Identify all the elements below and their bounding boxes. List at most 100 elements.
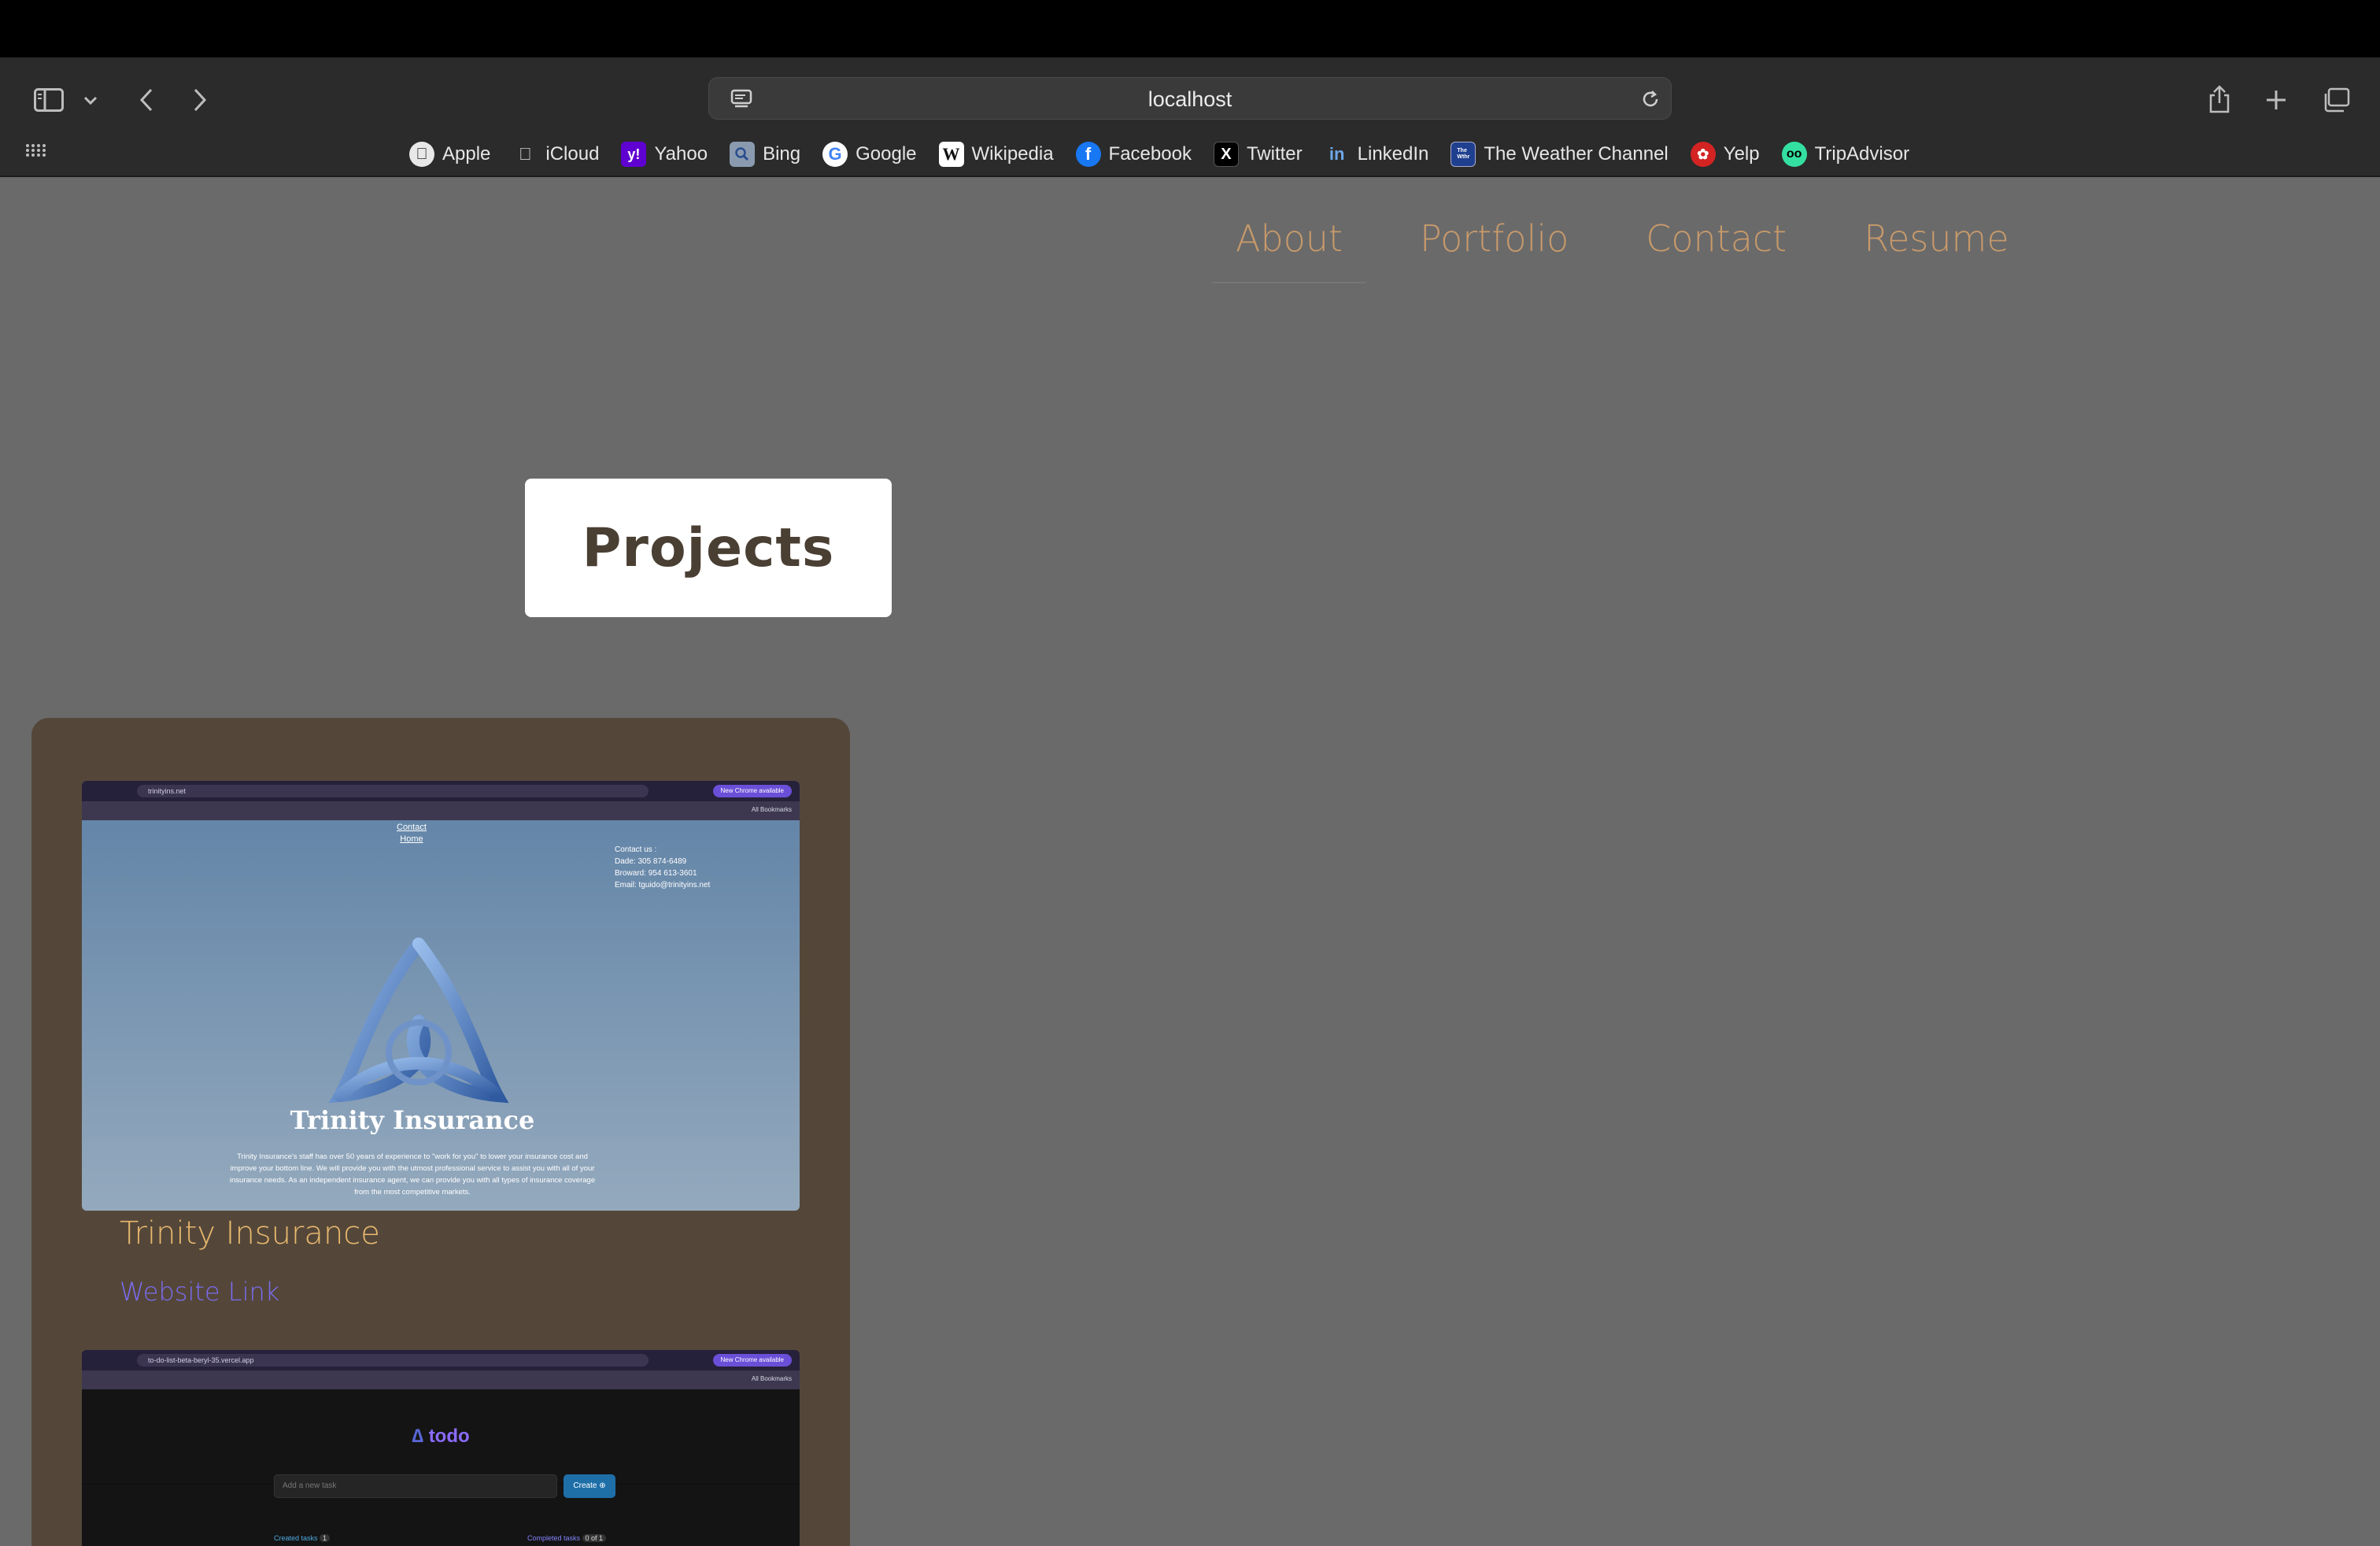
todo-logo-text: todo xyxy=(428,1426,470,1447)
mini-contact-link: Contact xyxy=(397,823,427,832)
chevron-left-icon xyxy=(139,88,153,112)
nav-resume-link[interactable]: Resume xyxy=(1840,211,2032,283)
bookmark-yahoo[interactable]: y! Yahoo xyxy=(621,142,708,167)
projects-card: trinityins.net New Chrome available All … xyxy=(31,718,850,1546)
forward-button[interactable] xyxy=(186,84,214,116)
bookmark-bing[interactable]: Bing xyxy=(730,142,800,167)
mini-contact-info: Contact us : Dade: 305 874-6489 Broward:… xyxy=(615,844,710,891)
mini-nav-links: Contact Home xyxy=(397,822,427,845)
todo-logo: ∆ todo xyxy=(82,1426,800,1448)
bookmark-label: Bing xyxy=(763,143,801,165)
mini-update-button: New Chrome available xyxy=(712,1354,792,1367)
bookmark-label: Twitter xyxy=(1246,143,1303,165)
bookmark-google[interactable]: G Google xyxy=(822,142,917,167)
triquetra-logo xyxy=(324,934,513,1111)
nav-about-link[interactable]: About xyxy=(1212,211,1367,283)
mini-url-bar: to-do-list-beta-beryl-35.vercel.app xyxy=(137,1354,649,1367)
address-bar[interactable]: localhost xyxy=(708,77,1672,120)
bookmark-weather-channel[interactable]: The Wthr The Weather Channel xyxy=(1451,142,1669,167)
contact-line: Dade: 305 874-6489 xyxy=(615,857,687,866)
google-icon: G xyxy=(822,142,848,167)
wikipedia-icon: W xyxy=(938,142,964,167)
contact-line: Contact us : xyxy=(615,845,657,854)
sidebar-toggle-button[interactable] xyxy=(30,84,68,116)
todo-completed-label: Completed tasks xyxy=(527,1534,581,1542)
nav-portfolio-link[interactable]: Portfolio xyxy=(1396,211,1592,283)
x-icon: X xyxy=(1213,142,1239,167)
rocket-icon: ∆ xyxy=(412,1426,424,1447)
yahoo-icon: y! xyxy=(621,142,647,167)
chevron-down-icon xyxy=(83,96,98,105)
chevron-right-icon xyxy=(194,88,207,112)
apple-icon:  xyxy=(409,142,434,167)
mini-bookmarks-label: All Bookmarks xyxy=(751,1375,792,1382)
mini-bookmarks-label: All Bookmarks xyxy=(751,806,792,813)
sidebar-icon xyxy=(34,88,64,112)
todo-created-label: Created tasks xyxy=(274,1534,318,1542)
bookmark-label: Wikipedia xyxy=(971,143,1054,165)
todo-completed-count: Completed tasks 0 of 1 xyxy=(527,1534,607,1542)
bing-icon xyxy=(730,142,756,167)
plus-icon xyxy=(2267,91,2286,109)
tabs-icon xyxy=(2324,87,2350,113)
weather-channel-icon: The Wthr xyxy=(1451,142,1476,167)
project-title: Trinity Insurance xyxy=(120,1215,380,1252)
todo-create-button: Create ⊕ xyxy=(564,1474,615,1498)
system-menu-bar xyxy=(0,0,2380,57)
nav-contact-link[interactable]: Contact xyxy=(1622,211,1810,283)
projects-heading-box: Projects xyxy=(525,479,892,617)
todo-completed-value: 0 of 1 xyxy=(582,1534,607,1542)
bookmark-label: Yahoo xyxy=(654,143,708,165)
bookmark-linkedin[interactable]: in LinkedIn xyxy=(1325,142,1429,167)
bookmark-tripadvisor[interactable]: oo TripAdvisor xyxy=(1781,142,1910,167)
yelp-icon: ✿ xyxy=(1690,142,1716,167)
apple-icon:  xyxy=(512,142,538,167)
section-title: Projects xyxy=(582,516,835,579)
new-tab-button[interactable] xyxy=(2260,84,2292,116)
mini-url-bar: trinityins.net xyxy=(137,785,649,797)
bookmark-twitter[interactable]: X Twitter xyxy=(1213,142,1303,167)
todo-created-value: 1 xyxy=(320,1534,331,1542)
bookmark-label: Facebook xyxy=(1108,143,1192,165)
reload-icon[interactable] xyxy=(1639,88,1661,113)
project-screenshot[interactable]: to-do-list-beta-beryl-35.vercel.app New … xyxy=(82,1350,800,1546)
mini-browser-toolbar: trinityins.net New Chrome available xyxy=(82,781,800,801)
mini-site-description: Trinity Insurance's staff has over 50 ye… xyxy=(229,1152,596,1196)
site-nav: About Portfolio Contact Resume xyxy=(1212,211,2033,283)
linkedin-icon: in xyxy=(1329,144,1345,164)
bookmark-facebook[interactable]: f Facebook xyxy=(1075,142,1192,167)
todo-create-label: Create xyxy=(573,1481,597,1490)
bookmark-wikipedia[interactable]: W Wikipedia xyxy=(938,142,1054,167)
project-website-link[interactable]: Website Link xyxy=(120,1277,279,1307)
favorites-grid-icon[interactable] xyxy=(25,142,46,161)
bookmark-label: Yelp xyxy=(1723,143,1760,165)
bookmark-yelp[interactable]: ✿ Yelp xyxy=(1690,142,1760,167)
mini-bookmarks-bar: All Bookmarks xyxy=(82,1370,800,1389)
mini-home-link: Home xyxy=(400,834,423,844)
bookmark-label: TripAdvisor xyxy=(1814,143,1910,165)
bookmark-label: The Weather Channel xyxy=(1484,143,1669,165)
share-button[interactable] xyxy=(2204,81,2235,117)
bookmark-label: iCloud xyxy=(545,143,600,165)
mini-browser-toolbar: to-do-list-beta-beryl-35.vercel.app New … xyxy=(82,1350,800,1370)
facebook-icon: f xyxy=(1075,142,1101,167)
todo-task-input: Add a new task xyxy=(274,1474,557,1498)
share-icon xyxy=(2209,85,2230,113)
bookmarks-bar:  Apple  iCloud y! Yahoo Bing G Google … xyxy=(409,136,1909,172)
bookmark-apple[interactable]:  Apple xyxy=(409,142,490,167)
mini-bookmarks-bar: All Bookmarks xyxy=(82,801,800,820)
tab-group-dropdown[interactable] xyxy=(80,92,101,109)
bookmark-label: Apple xyxy=(442,143,491,165)
address-text[interactable]: localhost xyxy=(709,78,1671,120)
tab-overview-button[interactable] xyxy=(2319,84,2353,116)
mini-update-button: New Chrome available xyxy=(712,785,792,797)
bookmark-label: LinkedIn xyxy=(1357,143,1429,165)
bookmark-label: Google xyxy=(856,143,917,165)
project-screenshot[interactable]: trinityins.net New Chrome available All … xyxy=(82,781,800,1211)
todo-created-count: Created tasks 1 xyxy=(274,1534,331,1542)
tripadvisor-icon: oo xyxy=(1781,142,1807,167)
mini-site-title: Trinity Insurance xyxy=(290,1105,535,1135)
bookmark-icloud[interactable]:  iCloud xyxy=(512,142,599,167)
back-button[interactable] xyxy=(132,84,161,116)
contact-line: Broward: 954 613-3601 xyxy=(615,869,697,878)
